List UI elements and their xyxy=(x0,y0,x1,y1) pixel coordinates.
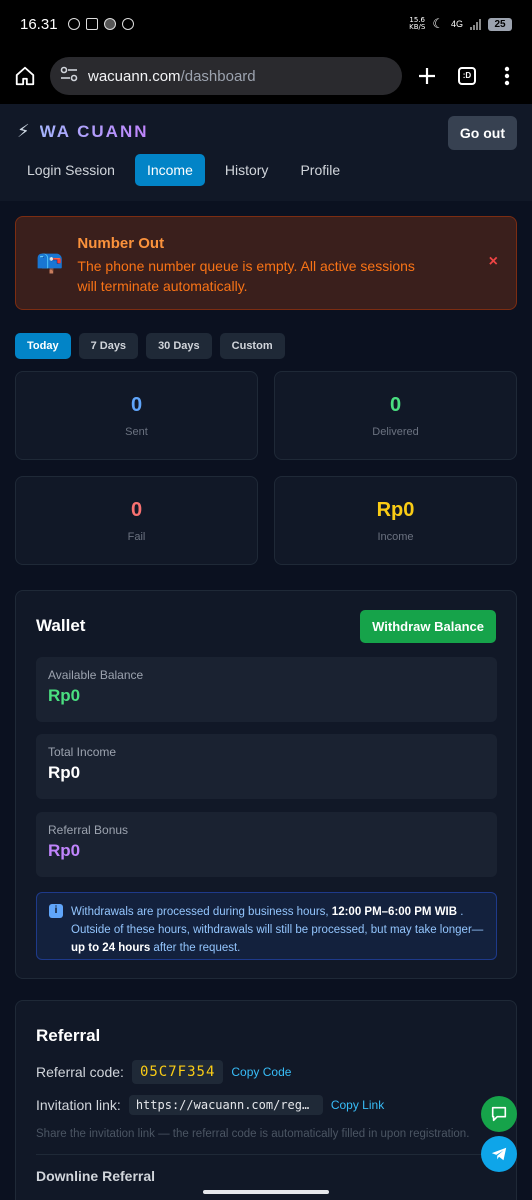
invitation-link-value: https://wacuann.com/register?ref=05C7F35… xyxy=(128,1095,323,1115)
app-icon xyxy=(121,18,134,30)
stat-fail: 0 Fail xyxy=(15,476,258,565)
stat-delivered: 0 Delivered xyxy=(274,371,517,460)
stat-income: Rp0 Income xyxy=(274,476,517,565)
available-balance-label: Available Balance xyxy=(48,668,144,682)
tab-history[interactable]: History xyxy=(213,154,281,186)
available-balance: Available Balance Rp0 xyxy=(36,657,497,722)
stat-fail-label: Fail xyxy=(127,531,146,543)
tab-switcher-button[interactable]: :D xyxy=(452,61,482,91)
tab-login-session[interactable]: Login Session xyxy=(15,154,127,186)
notification-icon xyxy=(103,18,116,30)
whatsapp-icon xyxy=(67,18,80,30)
home-icon[interactable] xyxy=(10,61,40,91)
telegram-icon xyxy=(491,1147,507,1161)
mailbox-icon: 📪 xyxy=(36,249,64,274)
url-text[interactable]: wacuann.com/dashboard xyxy=(88,68,256,85)
total-income: Total Income Rp0 xyxy=(36,734,497,799)
info-text-3: after the request. xyxy=(150,942,241,954)
app-header: ⚡ WA CUANN Go out Login Session Income H… xyxy=(0,104,532,201)
network-type: 4G xyxy=(450,19,463,29)
referral-code-value: 05C7F354 xyxy=(131,1060,224,1084)
referral-bonus-label: Referral Bonus xyxy=(48,823,129,837)
new-tab-icon[interactable] xyxy=(412,61,442,91)
divider xyxy=(36,1154,496,1155)
tab-income[interactable]: Income xyxy=(134,154,205,186)
copy-link-link[interactable]: Copy Link xyxy=(331,1098,384,1112)
alert-message: The phone number queue is empty. All act… xyxy=(77,258,415,294)
browser-toolbar: wacuann.com/dashboard :D xyxy=(0,48,532,104)
range-custom[interactable]: Custom xyxy=(219,333,285,359)
total-income-label: Total Income xyxy=(48,745,117,759)
status-left: 16.31 xyxy=(20,16,134,33)
alert-body: Number Out The phone number queue is emp… xyxy=(77,235,437,309)
referral-bonus-value: Rp0 xyxy=(48,841,81,860)
stat-fail-value: 0 xyxy=(130,499,143,521)
main-tabs: Login Session Income History Profile xyxy=(15,154,352,186)
invitation-link-row: Invitation link: https://wacuann.com/reg… xyxy=(36,1095,384,1115)
stat-delivered-value: 0 xyxy=(389,394,402,416)
stat-sent-value: 0 xyxy=(130,394,143,416)
chat-icon xyxy=(491,1106,507,1122)
stat-sent: 0 Sent xyxy=(15,371,258,460)
status-bar: 16.31 15.6 KB/S ☾ 4G 25 xyxy=(0,0,532,48)
wallet-card: Wallet Withdraw Balance Available Balanc… xyxy=(15,590,517,979)
withdraw-balance-button[interactable]: Withdraw Balance xyxy=(360,610,496,643)
info-icon: i xyxy=(49,904,63,918)
withdrawal-info: i Withdrawals are processed during busin… xyxy=(36,892,497,960)
lightning-icon: ⚡ xyxy=(17,121,30,141)
telegram-button[interactable] xyxy=(481,1136,517,1172)
url-domain: wacuann.com xyxy=(88,67,181,85)
referral-code-label: Referral code: xyxy=(36,1064,124,1080)
brand-name: WA CUANN xyxy=(39,121,149,141)
chat-button[interactable] xyxy=(481,1096,517,1132)
range-30-days[interactable]: 30 Days xyxy=(146,333,212,359)
signal-icon xyxy=(470,18,481,30)
wallet-title: Wallet xyxy=(36,616,86,635)
alert-title: Number Out xyxy=(77,235,165,252)
total-income-value: Rp0 xyxy=(48,763,81,782)
battery-icon: 25 xyxy=(488,17,512,31)
logout-button[interactable]: Go out xyxy=(447,116,517,150)
range-7-days[interactable]: 7 Days xyxy=(78,333,139,359)
status-right: 15.6 KB/S ☾ 4G 25 xyxy=(409,16,512,32)
info-max-time: up to 24 hours xyxy=(71,942,151,954)
referral-card: Referral Referral code: 05C7F354 Copy Co… xyxy=(15,1000,517,1200)
stat-income-label: Income xyxy=(377,531,414,543)
downline-referral-title: Downline Referral xyxy=(36,1168,156,1184)
stat-sent-label: Sent xyxy=(125,426,148,438)
tab-switcher-label: :D xyxy=(458,67,476,85)
url-path: /dashboard xyxy=(180,67,256,85)
more-menu-icon[interactable] xyxy=(492,61,522,91)
gesture-bar[interactable] xyxy=(203,1190,329,1194)
available-balance-value: Rp0 xyxy=(48,686,81,705)
tab-profile[interactable]: Profile xyxy=(288,154,352,186)
moon-icon: ☾ xyxy=(432,16,444,31)
stat-income-value: Rp0 xyxy=(376,499,415,521)
capcut-icon xyxy=(85,18,98,30)
brand[interactable]: ⚡ WA CUANN xyxy=(17,121,149,142)
close-icon[interactable]: × xyxy=(489,253,498,271)
date-range-filter: Today 7 Days 30 Days Custom xyxy=(15,333,285,359)
net-speed: 15.6 KB/S xyxy=(409,16,426,31)
stat-delivered-label: Delivered xyxy=(372,426,419,438)
referral-code-row: Referral code: 05C7F354 Copy Code xyxy=(36,1060,291,1084)
status-time: 16.31 xyxy=(20,15,58,33)
site-settings-icon[interactable] xyxy=(60,66,78,86)
range-today[interactable]: Today xyxy=(15,333,71,359)
invitation-link-label: Invitation link: xyxy=(36,1097,121,1113)
referral-bonus: Referral Bonus Rp0 xyxy=(36,812,497,877)
number-out-alert: 📪 Number Out The phone number queue is e… xyxy=(15,216,517,310)
info-hours: 12:00 PM–6:00 PM WIB xyxy=(331,906,458,918)
copy-code-link[interactable]: Copy Code xyxy=(231,1065,291,1079)
address-bar[interactable]: wacuann.com/dashboard xyxy=(50,57,402,95)
referral-note: Share the invitation link — the referral… xyxy=(36,1128,470,1140)
referral-title: Referral xyxy=(36,1026,101,1045)
info-text-1: Withdrawals are processed during busines… xyxy=(71,906,332,918)
